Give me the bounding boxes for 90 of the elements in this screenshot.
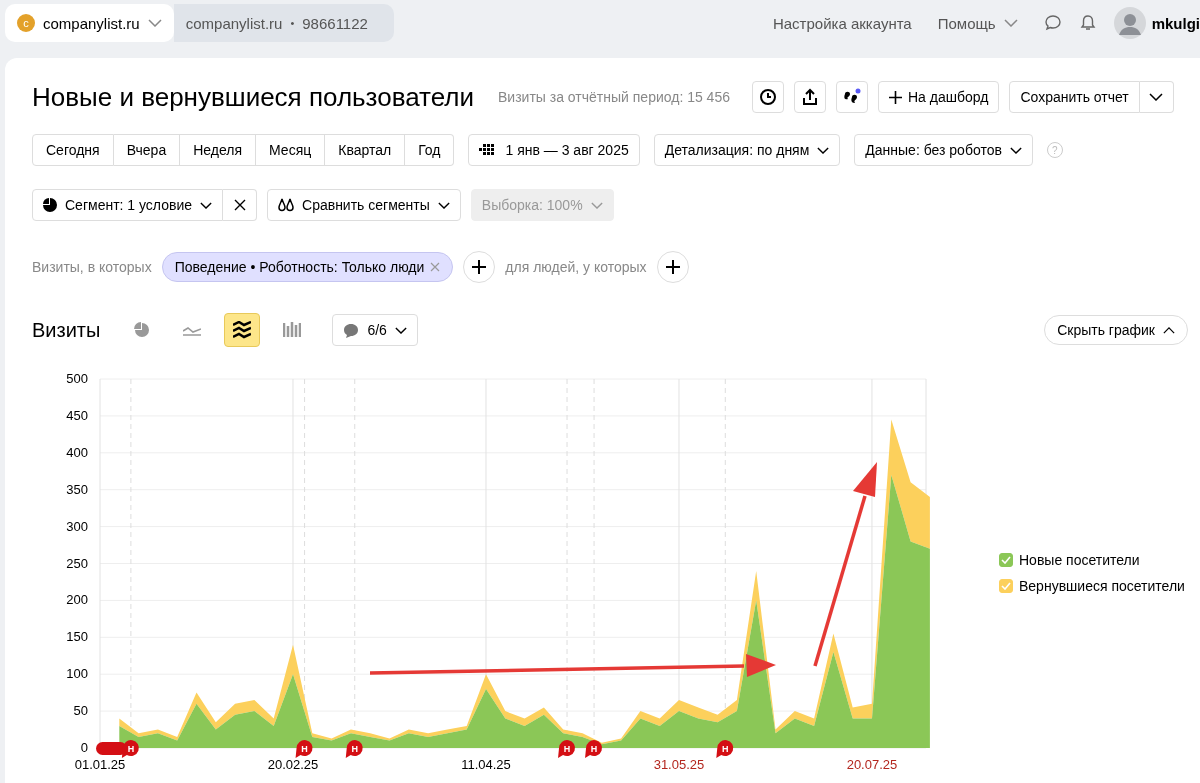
annotation-marker[interactable]: Н	[295, 740, 313, 758]
area-chart-button[interactable]	[224, 313, 261, 347]
y-tick-label: 100	[66, 666, 88, 682]
legend-label: Вернувшиеся посетители	[1019, 578, 1185, 594]
period-button[interactable]: Сегодня	[32, 134, 114, 166]
help-menu[interactable]: Помощь	[937, 14, 996, 32]
annotation-marker[interactable]: Н	[716, 740, 734, 758]
compare-segments-dropdown[interactable]: Сравнить сегменты	[267, 189, 461, 221]
line-chart-icon	[183, 324, 202, 336]
add-dashboard-button[interactable]: На дашборд	[878, 81, 1000, 113]
chevron-icon	[1009, 146, 1022, 154]
annotation-marker[interactable]: Н	[558, 740, 576, 758]
period-button[interactable]: Квартал	[325, 134, 406, 166]
pie-icon	[133, 321, 152, 339]
plus-icon	[472, 260, 487, 274]
x-tick-label: 11.04.25	[461, 757, 511, 772]
legend-checkbox[interactable]	[999, 579, 1013, 593]
annotation-marker[interactable]: Н	[585, 740, 603, 758]
y-tick-label: 150	[66, 629, 88, 645]
y-tick-label: 500	[66, 371, 88, 386]
segment-dropdown[interactable]: Сегмент: 1 условие	[32, 189, 223, 221]
date-range-button[interactable]: 1 янв — 3 авг 2025	[468, 134, 640, 166]
plus-icon	[665, 260, 680, 274]
period-button[interactable]: Год	[405, 134, 455, 166]
y-tick-label: 0	[80, 740, 88, 755]
filter-chip-label: Поведение • Роботность: Только люди	[174, 259, 425, 275]
report-title: Новые и вернувшиеся пользователи	[32, 81, 474, 113]
period-button[interactable]: Месяц	[256, 134, 326, 166]
y-tick-label: 250	[66, 555, 88, 571]
close-icon	[233, 199, 246, 211]
x-tick-label: 31.05.25	[653, 757, 705, 772]
detail-dropdown[interactable]: Детализация: по дням	[653, 134, 841, 166]
stacked-area-icon	[233, 321, 252, 339]
save-options-button[interactable]	[1139, 81, 1174, 113]
avatar[interactable]	[1113, 7, 1146, 39]
bell-icon[interactable]	[1079, 14, 1096, 32]
chevron-icon[interactable]	[1003, 19, 1018, 27]
plus-icon	[889, 90, 902, 104]
period-button[interactable]: Неделя	[180, 134, 257, 166]
clear-segment-button[interactable]	[223, 189, 257, 221]
chevron-icon	[1163, 326, 1175, 334]
chart-title: Визиты	[32, 318, 101, 342]
chevron-icon	[200, 201, 212, 209]
notes-dropdown[interactable]: 6/6	[332, 314, 418, 346]
filter-suffix: для людей, у которых	[505, 259, 647, 275]
chevron-icon	[817, 146, 830, 154]
add-condition-button[interactable]	[656, 251, 689, 283]
y-tick-label: 50	[73, 703, 88, 719]
y-tick-label: 400	[66, 444, 88, 460]
history-button[interactable]	[752, 81, 784, 113]
x-tick-label: 20.02.25	[267, 757, 319, 772]
hide-chart-button[interactable]: Скрыть график	[1044, 315, 1188, 345]
chevron-icon	[590, 201, 603, 209]
assistant-button[interactable]	[836, 81, 868, 113]
add-condition-button[interactable]	[463, 251, 496, 283]
visits-total: Визиты за отчётный период: 15 456	[498, 89, 730, 105]
site-name[interactable]: companylist.ru	[43, 14, 140, 32]
chevron-icon	[394, 326, 407, 334]
chevron-icon	[437, 201, 450, 209]
legend-checkbox[interactable]	[999, 553, 1013, 567]
bar-chart-icon	[283, 321, 302, 339]
share-icon	[802, 88, 818, 106]
drops-icon	[278, 198, 294, 212]
chevron-icon	[1149, 93, 1164, 101]
chat-icon[interactable]	[1043, 14, 1062, 32]
pie-icon	[43, 198, 57, 212]
user-name[interactable]: mkulgi	[1151, 14, 1200, 32]
filter-prefix: Визиты, в которых	[32, 259, 152, 275]
y-tick-label: 350	[66, 481, 88, 497]
counter-selector[interactable]: companylist.ru • 98661122	[173, 4, 394, 42]
annotation-marker[interactable]: Н	[121, 740, 139, 758]
period-button[interactable]: Вчера	[113, 134, 181, 166]
annotation-marker[interactable]	[96, 742, 127, 755]
save-report-button[interactable]: Сохранить отчет	[1009, 81, 1140, 113]
site-logo: c	[17, 14, 35, 32]
filter-chip[interactable]: Поведение • Роботность: Только люди	[161, 252, 454, 282]
y-tick-label: 200	[66, 592, 88, 608]
x-tick-label: 01.01.25	[74, 757, 126, 772]
quote-icon	[842, 88, 862, 106]
data-filter-dropdown[interactable]: Данные: без роботов	[854, 134, 1033, 166]
annotation-marker[interactable]: Н	[345, 740, 363, 758]
x-tick-label: 20.07.25	[846, 757, 898, 772]
clock-icon	[759, 88, 777, 106]
chevron-icon[interactable]	[147, 19, 162, 27]
legend-label: Новые посетители	[1019, 552, 1140, 568]
account-settings-link[interactable]: Настройка аккаунта	[772, 14, 912, 32]
y-tick-label: 450	[66, 407, 88, 423]
y-tick-label: 300	[66, 518, 88, 534]
export-button[interactable]	[794, 81, 826, 113]
speech-bubble-icon	[343, 322, 360, 338]
